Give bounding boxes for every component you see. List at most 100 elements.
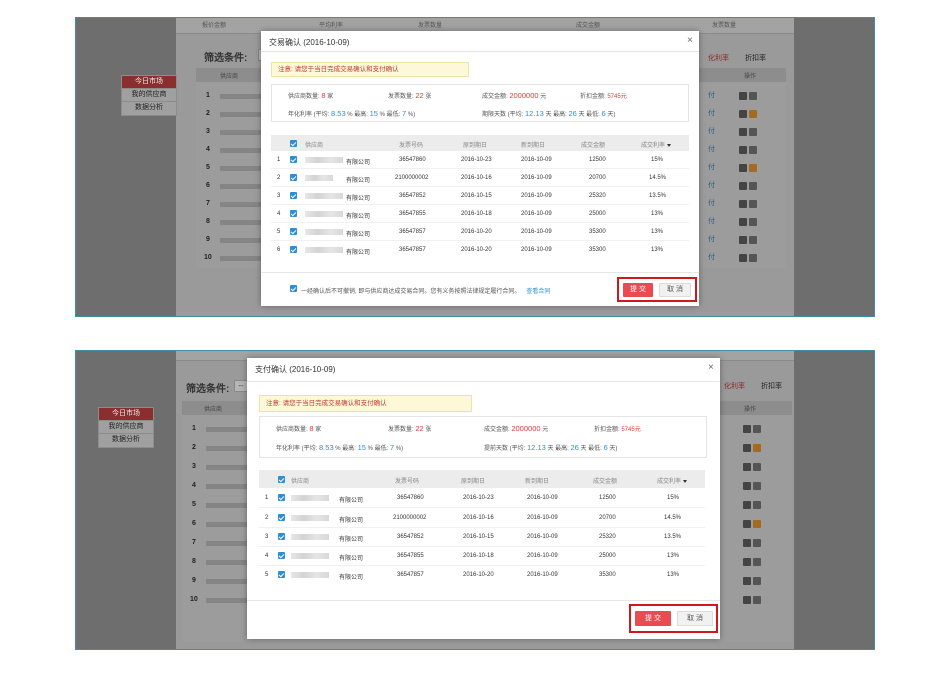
nav-my-suppliers[interactable]: 我的供应商 (99, 421, 153, 434)
col-supplier: 供应商 (305, 143, 324, 149)
col-rate[interactable]: 成交利率 (657, 476, 688, 485)
edit-icon[interactable] (739, 218, 747, 226)
yen-icon[interactable] (753, 520, 761, 528)
tab-discount[interactable]: 折扣率 (761, 383, 782, 390)
row-number: 2 (192, 444, 196, 451)
edit-icon[interactable] (743, 425, 751, 433)
pay-link[interactable]: 付 (708, 90, 715, 100)
edit-icon[interactable] (743, 463, 751, 471)
col-ops: 操作 (744, 407, 757, 413)
edit-icon[interactable] (739, 164, 747, 172)
nav-today-market[interactable]: 今日市场 (122, 76, 176, 89)
close-icon[interactable]: × (687, 35, 693, 46)
edit-icon[interactable] (739, 92, 747, 100)
sort-desc-icon (683, 479, 688, 483)
row-checkbox[interactable] (278, 571, 285, 578)
pay-link[interactable]: 付 (708, 198, 715, 208)
doc-icon[interactable] (749, 236, 757, 244)
doc-icon[interactable] (749, 128, 757, 136)
sort-desc-icon (667, 143, 672, 147)
row-checkbox[interactable] (290, 210, 297, 217)
doc-icon[interactable] (753, 577, 761, 585)
agree-checkbox[interactable] (290, 285, 297, 292)
select-all-checkbox[interactable] (278, 476, 285, 483)
row-number: 8 (206, 218, 210, 225)
row-number: 10 (204, 254, 212, 261)
nav-data-analysis[interactable]: 数据分析 (122, 102, 176, 115)
invoice-count: 发票数量: 22 张 (388, 91, 432, 100)
edit-icon[interactable] (743, 539, 751, 547)
row-checkbox[interactable] (290, 156, 297, 163)
tab-discount[interactable]: 折扣率 (745, 55, 766, 62)
edit-icon[interactable] (739, 236, 747, 244)
pay-link[interactable]: 付 (708, 144, 715, 154)
pay-link[interactable]: 付 (708, 180, 715, 190)
edit-icon[interactable] (743, 482, 751, 490)
edit-icon[interactable] (739, 254, 747, 262)
edit-icon[interactable] (739, 110, 747, 118)
view-contract-link[interactable]: 查看合同 (526, 289, 550, 295)
edit-icon[interactable] (743, 577, 751, 585)
doc-icon[interactable] (753, 558, 761, 566)
edit-icon[interactable] (743, 520, 751, 528)
row-checkbox[interactable] (290, 246, 297, 253)
doc-icon[interactable] (753, 596, 761, 604)
yen-icon[interactable] (753, 444, 761, 452)
pay-link[interactable]: 付 (708, 162, 715, 172)
row-checkbox[interactable] (278, 514, 285, 521)
notice-banner: 注意: 请您于当日完成交易确认和支付确认 (271, 62, 469, 77)
doc-icon[interactable] (753, 539, 761, 547)
row-number: 8 (192, 558, 196, 565)
edit-icon[interactable] (743, 444, 751, 452)
row-checkbox[interactable] (290, 174, 297, 181)
doc-icon[interactable] (749, 200, 757, 208)
cancel-button[interactable]: 取 消 (677, 611, 713, 626)
pay-link[interactable]: 付 (708, 216, 715, 226)
row-number: 5 (192, 501, 196, 508)
edit-icon[interactable] (743, 558, 751, 566)
close-icon[interactable]: × (708, 362, 714, 373)
nav-today-market[interactable]: 今日市场 (99, 408, 153, 421)
trade-confirm-modal: 交易确认 (2016-10-09) × 注意: 请您于当日完成交易确认和支付确认… (261, 31, 699, 306)
edit-icon[interactable] (743, 501, 751, 509)
pay-link[interactable]: 付 (708, 126, 715, 136)
nav-data-analysis[interactable]: 数据分析 (99, 434, 153, 447)
doc-icon[interactable] (749, 146, 757, 154)
yen-icon[interactable] (749, 110, 757, 118)
select-all-checkbox[interactable] (290, 140, 297, 147)
row-checkbox[interactable] (290, 192, 297, 199)
doc-icon[interactable] (753, 425, 761, 433)
doc-icon[interactable] (749, 182, 757, 190)
row-checkbox[interactable] (278, 533, 285, 540)
tab-rate[interactable]: 化利率 (724, 383, 745, 390)
doc-icon[interactable] (749, 92, 757, 100)
row-checkbox[interactable] (278, 494, 285, 501)
pay-link[interactable]: 付 (708, 234, 715, 244)
edit-icon[interactable] (739, 146, 747, 154)
side-nav: 今日市场 我的供应商 数据分析 (98, 407, 154, 448)
doc-icon[interactable] (753, 463, 761, 471)
stat-label: 发票数量 (418, 23, 443, 29)
col-amount: 成交金额 (593, 479, 618, 485)
cancel-button[interactable]: 取 消 (659, 283, 691, 297)
pay-link[interactable]: 付 (708, 108, 715, 118)
edit-icon[interactable] (743, 596, 751, 604)
pay-link[interactable]: 付 (708, 252, 715, 262)
row-checkbox[interactable] (278, 552, 285, 559)
doc-icon[interactable] (753, 482, 761, 490)
invoice-count: 发票数量: 22 张 (388, 424, 432, 433)
doc-icon[interactable] (749, 254, 757, 262)
edit-icon[interactable] (739, 128, 747, 136)
yen-icon[interactable] (749, 164, 757, 172)
submit-button[interactable]: 提 交 (623, 283, 653, 297)
tab-rate[interactable]: 化利率 (708, 55, 729, 62)
edit-icon[interactable] (739, 182, 747, 190)
doc-icon[interactable] (749, 218, 757, 226)
doc-icon[interactable] (753, 501, 761, 509)
nav-my-suppliers[interactable]: 我的供应商 (122, 89, 176, 102)
filter-select[interactable]: -- (234, 380, 248, 392)
edit-icon[interactable] (739, 200, 747, 208)
submit-button[interactable]: 提 交 (635, 611, 671, 626)
col-rate[interactable]: 成交利率 (641, 140, 672, 149)
row-checkbox[interactable] (290, 228, 297, 235)
